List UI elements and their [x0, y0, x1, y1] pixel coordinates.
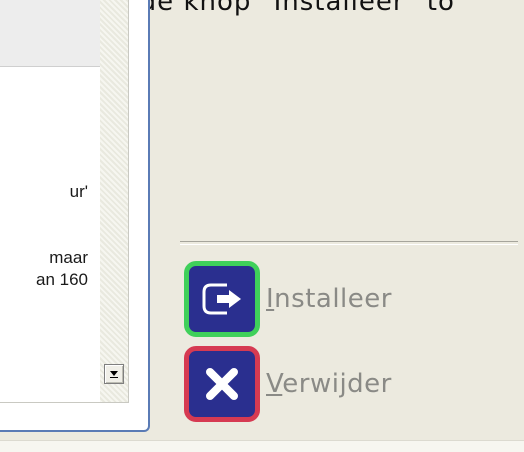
remove-tile[interactable] [184, 346, 260, 422]
install-arrow-icon [202, 283, 241, 315]
text-line-3: an 160 [36, 270, 88, 289]
remove-label-rest: erwijder [282, 369, 392, 399]
install-accel-letter: I [266, 284, 275, 314]
vertical-scrollbar[interactable] [100, 0, 128, 402]
remove-accel-letter: V [266, 369, 283, 399]
scroll-down-arrow-icon [110, 371, 118, 378]
description-textbox: ur' maar an 160 [0, 0, 129, 403]
remove-label[interactable]: Verwijder [266, 369, 392, 399]
install-button[interactable]: Installeer [184, 261, 392, 337]
bottom-edge [0, 440, 524, 452]
scroll-down-button[interactable] [104, 364, 124, 384]
install-tile[interactable] [184, 261, 260, 337]
install-label[interactable]: Installeer [266, 284, 392, 314]
description-panel: ur' maar an 160 [0, 0, 150, 432]
section-divider [180, 241, 518, 245]
text-line-1: ur' [69, 182, 88, 201]
install-label-rest: nstalleer [274, 284, 392, 314]
remove-x-icon [206, 368, 238, 400]
remove-button[interactable]: Verwijder [184, 346, 392, 422]
text-line-2: maar [49, 248, 88, 267]
